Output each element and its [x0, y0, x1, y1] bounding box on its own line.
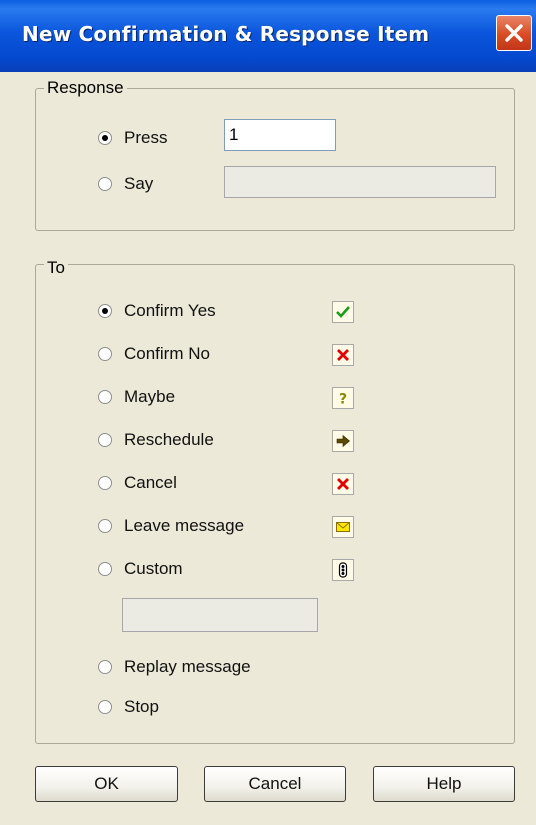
radio-replay-message[interactable]: Replay message	[98, 657, 251, 677]
radio-confirm-yes[interactable]: Confirm Yes	[98, 301, 216, 321]
radio-maybe-circle[interactable]	[98, 390, 112, 404]
radio-say-circle[interactable]	[98, 177, 112, 191]
cancel-button[interactable]: Cancel	[204, 766, 346, 802]
radio-press-circle[interactable]	[98, 131, 112, 145]
radio-custom-label: Custom	[124, 559, 183, 578]
radio-custom[interactable]: Custom	[98, 559, 183, 579]
say-input[interactable]	[224, 166, 496, 198]
envelope-icon	[332, 516, 354, 538]
question-mark-icon: ?	[332, 387, 354, 409]
radio-leave-message-circle[interactable]	[98, 519, 112, 533]
radio-confirm-no[interactable]: Confirm No	[98, 344, 210, 364]
radio-cancel-circle[interactable]	[98, 476, 112, 490]
title-bar[interactable]: New Confirmation & Response Item	[0, 0, 536, 72]
radio-confirm-no-circle[interactable]	[98, 347, 112, 361]
dialog-window: New Confirmation & Response Item Respons…	[0, 0, 536, 825]
ok-button[interactable]: OK	[35, 766, 178, 802]
radio-leave-message-label: Leave message	[124, 516, 245, 535]
response-groupbox	[35, 88, 515, 231]
radio-stop-label: Stop	[124, 697, 159, 716]
right-arrow-icon	[332, 430, 354, 452]
radio-cancel[interactable]: Cancel	[98, 473, 177, 493]
red-x-icon	[332, 344, 354, 366]
press-input[interactable]: 1	[224, 119, 336, 151]
radio-custom-circle[interactable]	[98, 562, 112, 576]
radio-confirm-yes-circle[interactable]	[98, 304, 112, 318]
radio-reschedule-label: Reschedule	[124, 430, 214, 449]
response-group-label: Response	[44, 78, 127, 98]
radio-replay-message-label: Replay message	[124, 657, 251, 676]
checkmark-icon	[332, 301, 354, 323]
radio-stop-circle[interactable]	[98, 700, 112, 714]
custom-input[interactable]	[122, 598, 318, 632]
radio-leave-message[interactable]: Leave message	[98, 516, 244, 536]
close-icon	[505, 24, 523, 42]
radio-confirm-yes-label: Confirm Yes	[124, 301, 216, 320]
svg-text:?: ?	[339, 392, 347, 407]
to-group-label: To	[44, 258, 68, 278]
help-button[interactable]: Help	[373, 766, 515, 802]
radio-press[interactable]: Press	[98, 128, 167, 148]
radio-reschedule[interactable]: Reschedule	[98, 430, 214, 450]
radio-press-label: Press	[124, 128, 168, 147]
radio-stop[interactable]: Stop	[98, 697, 159, 717]
radio-replay-message-circle[interactable]	[98, 660, 112, 674]
custom-sequence-icon	[332, 559, 354, 581]
radio-say-label: Say	[124, 174, 154, 193]
radio-confirm-no-label: Confirm No	[124, 344, 210, 363]
radio-maybe[interactable]: Maybe	[98, 387, 175, 407]
radio-cancel-label: Cancel	[124, 473, 177, 492]
red-x-icon	[332, 473, 354, 495]
window-title: New Confirmation & Response Item	[22, 22, 430, 46]
close-button[interactable]	[496, 15, 532, 51]
radio-reschedule-circle[interactable]	[98, 433, 112, 447]
radio-say[interactable]: Say	[98, 174, 153, 194]
radio-maybe-label: Maybe	[124, 387, 176, 406]
